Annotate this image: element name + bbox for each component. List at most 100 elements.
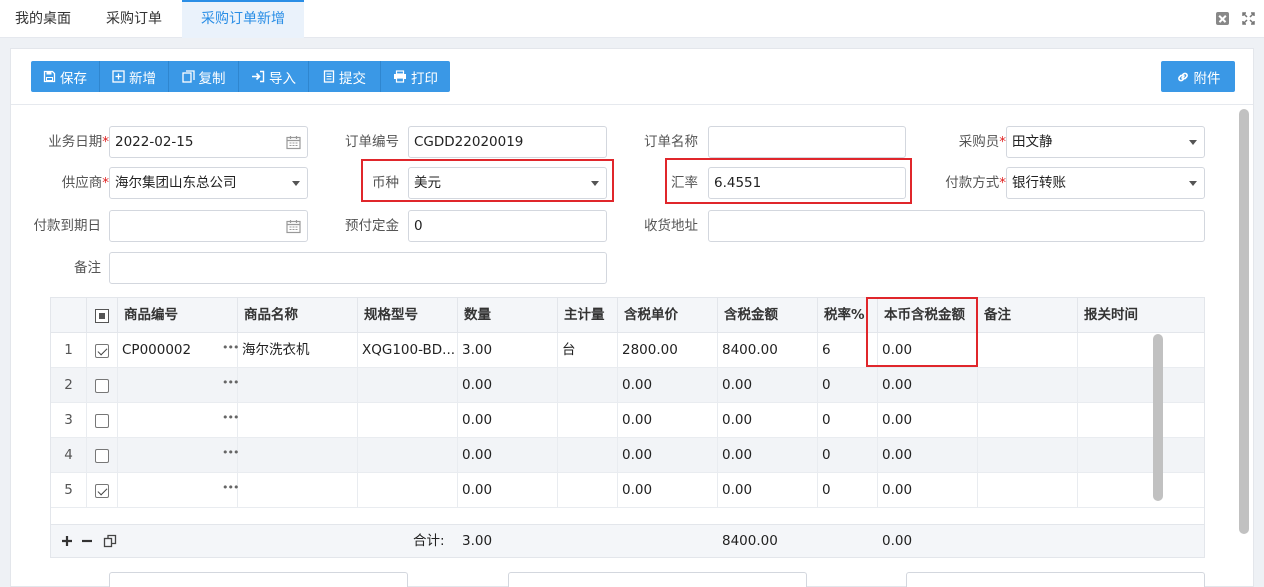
table-row[interactable]: 1 CP000002 海尔洗衣机 XQG100-BD... 3.00 台 2800.00 84…: [51, 333, 1204, 368]
cell-unit[interactable]: 台: [558, 333, 618, 367]
cell-remark[interactable]: [978, 403, 1078, 437]
copy-button[interactable]: 复制: [169, 61, 239, 92]
header-spec[interactable]: 规格型号: [358, 298, 458, 333]
cell-local-amount[interactable]: 0.00: [878, 403, 978, 437]
cell-customs-time[interactable]: [1078, 473, 1204, 507]
table-row[interactable]: 3 0.00 0.00 0.00 0 0.00 •••: [51, 403, 1204, 438]
cell-quantity[interactable]: 0.00: [458, 438, 558, 472]
cell-product-code[interactable]: CP000002: [118, 333, 238, 367]
remark-field[interactable]: [109, 252, 607, 284]
cell-amount[interactable]: 0.00: [718, 368, 818, 402]
new-button[interactable]: 新增: [100, 61, 169, 92]
lower-field-1[interactable]: [109, 572, 408, 587]
cell-quantity[interactable]: 3.00: [458, 333, 558, 367]
row-checkbox[interactable]: [95, 484, 109, 498]
remove-row-icon[interactable]: [81, 535, 93, 547]
header-customs-time[interactable]: 报关时间: [1078, 298, 1204, 333]
grid-scrollbar[interactable]: [1153, 334, 1163, 501]
tab-my-desktop[interactable]: 我的桌面: [0, 0, 86, 38]
tab-purchase-order-new[interactable]: 采购订单新增: [182, 0, 304, 38]
cell-product-name[interactable]: 海尔洗衣机: [238, 333, 358, 367]
panel-scrollbar[interactable]: [1239, 109, 1249, 534]
cell-amount[interactable]: 0.00: [718, 438, 818, 472]
payment-due-field[interactable]: [109, 210, 308, 242]
save-button[interactable]: 保存: [31, 61, 100, 92]
calendar-icon[interactable]: [286, 219, 301, 234]
cell-unit[interactable]: [558, 368, 618, 402]
row-checkbox[interactable]: [95, 379, 109, 393]
table-row[interactable]: 5 0.00 0.00 0.00 0 0.00 •••: [51, 473, 1204, 508]
cell-customs-time[interactable]: [1078, 438, 1204, 472]
cell-product-code[interactable]: [118, 438, 238, 472]
header-remark[interactable]: 备注: [978, 298, 1078, 333]
product-picker-icon[interactable]: •••: [222, 376, 239, 389]
cell-unit-price[interactable]: 0.00: [618, 473, 718, 507]
header-product-name[interactable]: 商品名称: [238, 298, 358, 333]
product-picker-icon[interactable]: •••: [222, 411, 239, 424]
buyer-select[interactable]: 田文静: [1006, 126, 1205, 158]
cell-local-amount[interactable]: 0.00: [878, 368, 978, 402]
cell-unit-price[interactable]: 0.00: [618, 368, 718, 402]
cell-amount[interactable]: 0.00: [718, 473, 818, 507]
cell-spec[interactable]: [358, 473, 458, 507]
cell-tax-rate[interactable]: 0: [818, 438, 878, 472]
lower-field-3[interactable]: [906, 572, 1205, 587]
cell-customs-time[interactable]: [1078, 333, 1204, 367]
cell-product-name[interactable]: [238, 473, 358, 507]
cell-local-amount[interactable]: 0.00: [878, 473, 978, 507]
cell-quantity[interactable]: 0.00: [458, 473, 558, 507]
cell-unit-price[interactable]: 0.00: [618, 403, 718, 437]
cell-spec[interactable]: [358, 368, 458, 402]
cell-product-name[interactable]: [238, 438, 358, 472]
cell-tax-rate[interactable]: 0: [818, 473, 878, 507]
cell-local-amount[interactable]: 0.00: [878, 438, 978, 472]
order-name-field[interactable]: [708, 126, 906, 158]
cell-tax-rate[interactable]: 0: [818, 368, 878, 402]
cell-product-code[interactable]: [118, 473, 238, 507]
header-quantity[interactable]: 数量: [458, 298, 558, 333]
table-row[interactable]: 4 0.00 0.00 0.00 0 0.00 •••: [51, 438, 1204, 473]
cell-remark[interactable]: [978, 473, 1078, 507]
cell-customs-time[interactable]: [1078, 368, 1204, 402]
cell-spec[interactable]: [358, 403, 458, 437]
cell-product-name[interactable]: [238, 368, 358, 402]
cell-amount[interactable]: 0.00: [718, 403, 818, 437]
table-row[interactable]: 2 0.00 0.00 0.00 0 0.00 •••: [51, 368, 1204, 403]
cell-unit-price[interactable]: 0.00: [618, 438, 718, 472]
lower-field-2[interactable]: [508, 572, 807, 587]
cell-product-code[interactable]: [118, 368, 238, 402]
product-picker-icon[interactable]: •••: [222, 446, 239, 459]
cell-tax-rate[interactable]: 0: [818, 403, 878, 437]
cell-unit[interactable]: [558, 438, 618, 472]
fullscreen-icon[interactable]: [1242, 12, 1255, 25]
cell-remark[interactable]: [978, 438, 1078, 472]
select-all-checkbox[interactable]: [95, 309, 109, 323]
cell-customs-time[interactable]: [1078, 403, 1204, 437]
print-button[interactable]: 打印: [381, 61, 450, 92]
payment-method-select[interactable]: 银行转账: [1006, 167, 1205, 199]
header-product-code[interactable]: 商品编号: [118, 298, 238, 333]
cell-remark[interactable]: [978, 368, 1078, 402]
ship-address-field[interactable]: [708, 210, 1205, 242]
close-tab-icon[interactable]: [1216, 12, 1229, 25]
submit-button[interactable]: 提交: [309, 61, 381, 92]
cell-remark[interactable]: [978, 333, 1078, 367]
cell-product-name[interactable]: [238, 403, 358, 437]
header-unit[interactable]: 主计量: [558, 298, 618, 333]
header-amount[interactable]: 含税金额: [718, 298, 818, 333]
order-no-field[interactable]: CGDD22020019: [408, 126, 607, 158]
cell-unit[interactable]: [558, 403, 618, 437]
business-date-field[interactable]: 2022-02-15: [109, 126, 308, 158]
tab-purchase-order[interactable]: 采购订单: [86, 0, 182, 38]
cell-spec[interactable]: XQG100-BD...: [358, 333, 458, 367]
row-checkbox[interactable]: [95, 414, 109, 428]
import-button[interactable]: 导入: [239, 61, 309, 92]
cell-amount[interactable]: 8400.00: [718, 333, 818, 367]
row-checkbox[interactable]: [95, 344, 109, 358]
cell-unit[interactable]: [558, 473, 618, 507]
copy-row-icon[interactable]: [103, 534, 117, 548]
add-row-icon[interactable]: [61, 535, 73, 547]
product-picker-icon[interactable]: •••: [222, 481, 239, 494]
supplier-select[interactable]: 海尔集团山东总公司: [109, 167, 308, 199]
cell-unit-price[interactable]: 2800.00: [618, 333, 718, 367]
